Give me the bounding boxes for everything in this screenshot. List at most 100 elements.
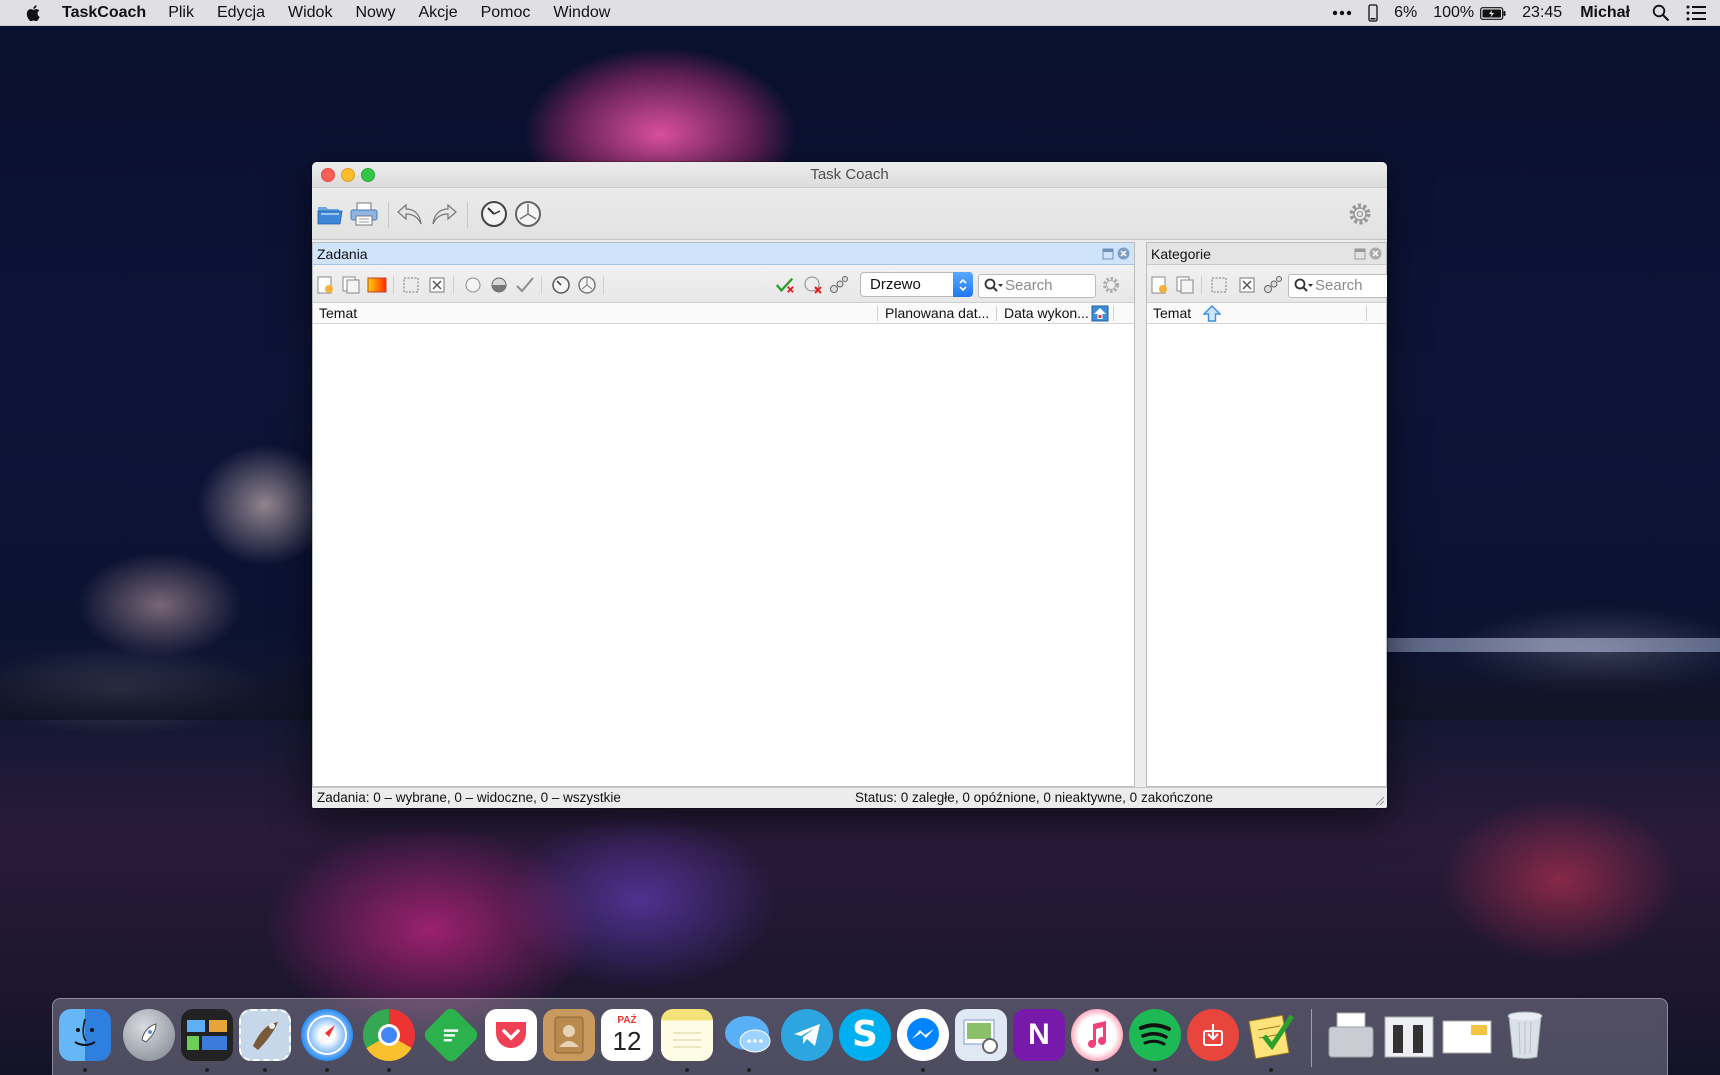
column-planned-date[interactable]: Planowana dat... — [879, 303, 991, 324]
running-indicator — [921, 1068, 925, 1072]
onenote-icon[interactable]: N — [1013, 1009, 1065, 1061]
messages-icon[interactable] — [723, 1009, 775, 1061]
mark-completed-button[interactable] — [515, 275, 535, 295]
taskcoach-icon[interactable] — [1245, 1009, 1297, 1061]
column-divider[interactable] — [996, 306, 997, 321]
preview-icon[interactable] — [955, 1009, 1007, 1061]
menubar-clock[interactable]: 23:45 — [1522, 4, 1562, 22]
print-button[interactable] — [350, 200, 378, 228]
tasks-pane-close-button[interactable] — [1117, 247, 1130, 260]
new-task-button[interactable] — [315, 275, 335, 295]
tasks-search-options-button[interactable] — [1101, 275, 1121, 295]
undo-button[interactable] — [396, 200, 424, 228]
pocket-icon[interactable] — [485, 1009, 537, 1061]
new-subtask-button[interactable] — [341, 275, 361, 295]
resize-grip-icon[interactable] — [1373, 794, 1385, 806]
transmit-icon[interactable] — [1187, 1009, 1239, 1061]
categories-pane-close-button[interactable] — [1369, 247, 1382, 260]
column-divider[interactable] — [1113, 306, 1114, 321]
settings-button[interactable] — [1346, 200, 1374, 228]
start-tracking-button[interactable] — [480, 200, 508, 228]
column-due-date[interactable]: Data wykon... — [998, 303, 1090, 324]
delete-category-button[interactable] — [1237, 275, 1257, 295]
category-filter-button[interactable] — [1263, 275, 1283, 295]
documents-stack-icon[interactable] — [1383, 1009, 1435, 1061]
telegram-icon[interactable] — [781, 1009, 833, 1061]
sort-ascending-icon[interactable] — [1091, 305, 1109, 322]
menu-edycja[interactable]: Edycja — [217, 4, 265, 22]
skype-icon[interactable]: S — [839, 1009, 891, 1061]
feedly-icon[interactable] — [421, 1005, 481, 1065]
filter-categories-button[interactable] — [829, 275, 849, 295]
task-start-tracking-button[interactable] — [551, 275, 571, 295]
hide-completed-button[interactable] — [775, 275, 795, 295]
messenger-icon[interactable] — [897, 1009, 949, 1061]
select-all-categories-button[interactable] — [1209, 275, 1229, 295]
more-icon[interactable] — [1332, 10, 1352, 16]
spotlight-icon[interactable] — [1652, 4, 1670, 22]
redo-button[interactable] — [430, 200, 458, 228]
menu-nowy[interactable]: Nowy — [355, 4, 395, 22]
itunes-icon[interactable] — [1071, 1009, 1123, 1061]
running-indicator — [205, 1068, 209, 1072]
column-subject[interactable]: Temat — [313, 303, 871, 324]
mark-active-button[interactable] — [489, 275, 509, 295]
select-all-button[interactable] — [401, 275, 421, 295]
categories-list[interactable] — [1147, 326, 1386, 786]
tasks-search-input[interactable]: Search — [978, 274, 1096, 298]
safari-icon[interactable] — [301, 1009, 353, 1061]
window-zoom-button[interactable] — [361, 168, 375, 182]
open-file-button[interactable] — [316, 200, 344, 228]
tasks-pane-float-button[interactable] — [1101, 247, 1114, 260]
phone-battery-icon[interactable] — [1368, 4, 1378, 22]
categories-search-input[interactable]: Search — [1288, 274, 1387, 298]
menu-plik[interactable]: Plik — [168, 4, 194, 22]
column-divider[interactable] — [877, 306, 878, 321]
delete-task-button[interactable] — [427, 275, 447, 295]
menu-pomoc[interactable]: Pomoc — [481, 4, 531, 22]
window-titlebar[interactable]: Task Coach — [312, 162, 1387, 188]
window-minimize-button[interactable] — [341, 168, 355, 182]
menu-akcje[interactable]: Akcje — [418, 4, 457, 22]
mark-inactive-button[interactable] — [463, 275, 483, 295]
dock: PAŹ 12 S N — [52, 998, 1668, 1075]
menubar-user[interactable]: Michał — [1580, 4, 1630, 22]
tasks-pane-header[interactable]: Zadania — [313, 243, 1134, 265]
downloads-stack-icon[interactable] — [1325, 1009, 1377, 1061]
mail-stamp-icon[interactable] — [239, 1009, 291, 1061]
sort-ascending-icon[interactable] — [1203, 305, 1221, 322]
window-close-button[interactable] — [321, 168, 335, 182]
calendar-icon[interactable]: PAŹ 12 — [601, 1009, 653, 1061]
battery-icon[interactable] — [1480, 6, 1506, 20]
new-subcategory-button[interactable] — [1175, 275, 1195, 295]
toolbar-separator — [453, 276, 454, 294]
categories-pane-header[interactable]: Kategorie — [1147, 243, 1386, 265]
edit-task-button[interactable] — [367, 275, 387, 295]
menu-app-name[interactable]: TaskCoach — [62, 4, 146, 22]
task-stop-tracking-button[interactable] — [577, 275, 597, 295]
categories-pane-float-button[interactable] — [1353, 247, 1366, 260]
contacts-icon[interactable] — [543, 1009, 595, 1061]
main-toolbar — [312, 188, 1387, 240]
notes-icon[interactable] — [661, 1009, 713, 1061]
finder-icon[interactable] — [59, 1009, 111, 1061]
menu-widok[interactable]: Widok — [288, 4, 332, 22]
status-task-counts: Zadania: 0 – wybrane, 0 – widoczne, 0 – … — [317, 790, 621, 805]
files-stack-icon[interactable] — [1441, 1009, 1493, 1061]
column-divider[interactable] — [1366, 306, 1367, 321]
column-category-subject[interactable]: Temat — [1147, 303, 1197, 324]
apple-icon[interactable] — [24, 3, 44, 23]
notification-center-icon[interactable] — [1686, 5, 1706, 21]
toolbar-separator — [467, 202, 468, 228]
mission-control-icon[interactable] — [181, 1009, 233, 1061]
menu-window[interactable]: Window — [553, 4, 610, 22]
spotify-icon[interactable] — [1129, 1009, 1181, 1061]
new-category-button[interactable] — [1149, 275, 1169, 295]
hide-inactive-button[interactable] — [803, 275, 823, 295]
tasks-list[interactable] — [313, 326, 1134, 786]
trash-icon[interactable] — [1499, 1009, 1551, 1061]
chrome-icon[interactable] — [363, 1009, 415, 1061]
launchpad-icon[interactable] — [123, 1009, 175, 1061]
view-mode-select[interactable]: Drzewo — [860, 272, 973, 297]
stop-tracking-button[interactable] — [514, 200, 542, 228]
